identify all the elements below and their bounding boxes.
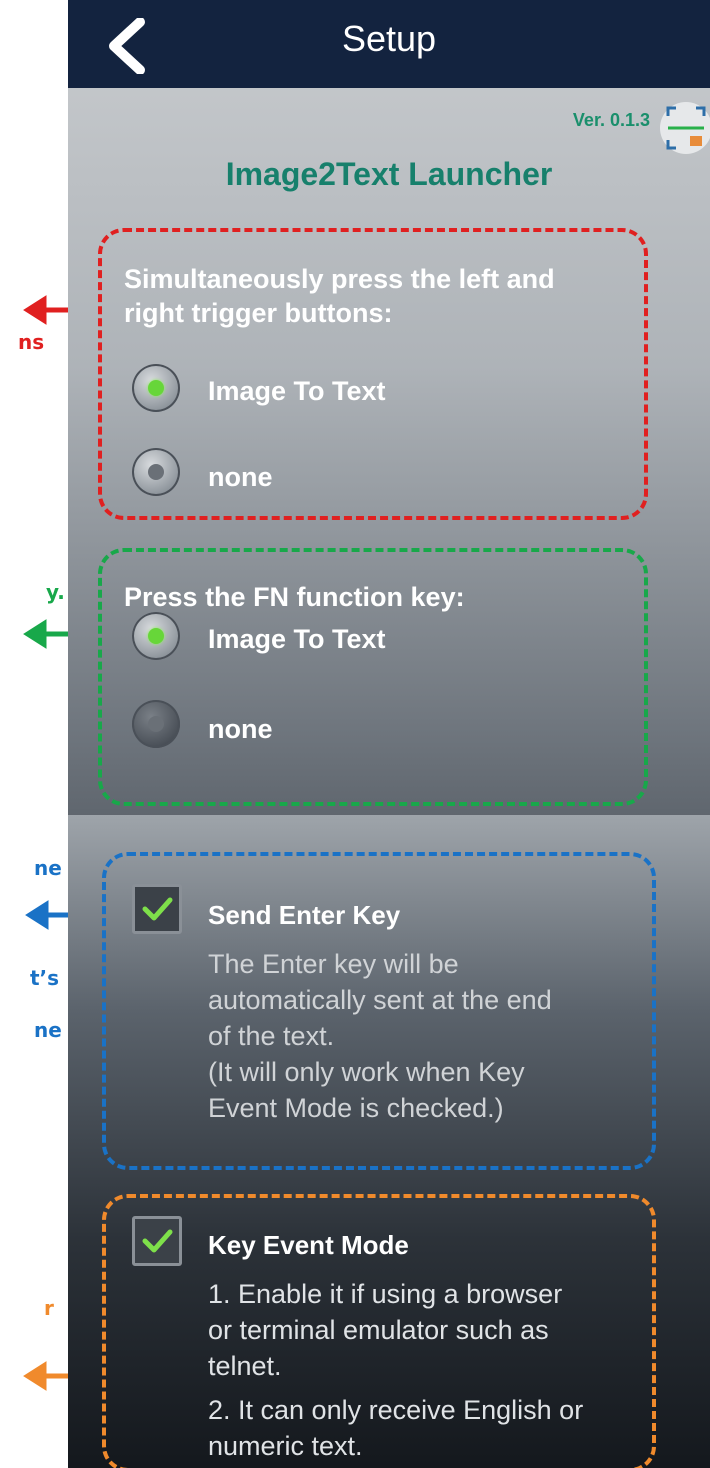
key-event-description-1: 1. Enable it if using a browser or termi… <box>208 1276 562 1384</box>
phone-screen: Setup Ver. 0.1.3 Image2Text Launcher Sim… <box>68 0 710 1468</box>
check-icon <box>142 897 173 921</box>
desc-line: The Enter key will be <box>208 949 459 979</box>
key-event-checkbox[interactable] <box>132 1216 182 1266</box>
desc-line: or terminal emulator such as <box>208 1315 549 1345</box>
key-event-title: Key Event Mode <box>208 1230 409 1260</box>
radio-selected-indicator <box>148 380 164 396</box>
desc-line: Event Mode is checked.) <box>208 1093 504 1123</box>
desc-line: numeric text. <box>208 1431 363 1461</box>
scan-text-icon[interactable] <box>654 98 710 158</box>
fn-radio-none[interactable] <box>132 700 180 748</box>
desc-line: of the text. <box>208 1021 335 1051</box>
fn-option-image-to-text[interactable]: Image To Text <box>208 624 386 655</box>
fn-section-label: Press the FN function key: <box>124 582 465 612</box>
trigger-radio-none[interactable] <box>132 448 180 496</box>
desc-line: (It will only work when Key <box>208 1057 525 1087</box>
trigger-label-line1: Simultaneously press the left and <box>124 264 555 294</box>
radio-unselected-indicator <box>148 716 164 732</box>
key-event-description-2: 2. It can only receive English or numeri… <box>208 1392 583 1464</box>
page-title: Setup <box>341 18 437 59</box>
trigger-option-none[interactable]: none <box>208 462 273 493</box>
fn-option-none[interactable]: none <box>208 714 273 745</box>
desc-line: automatically sent at the end <box>208 985 552 1015</box>
version-label: Ver. 0.1.3 <box>572 110 650 130</box>
trigger-radio-image-to-text[interactable] <box>132 364 180 412</box>
radio-unselected-indicator <box>148 464 164 480</box>
send-enter-title: Send Enter Key <box>208 900 401 930</box>
radio-selected-indicator <box>148 628 164 644</box>
trigger-label-line2: right trigger buttons: <box>124 298 393 328</box>
send-enter-checkbox[interactable] <box>132 884 182 934</box>
desc-line: telnet. <box>208 1351 282 1381</box>
trigger-option-image-to-text[interactable]: Image To Text <box>208 376 386 407</box>
app-bar: Setup <box>68 0 710 88</box>
desc-line: 1. Enable it if using a browser <box>208 1279 563 1309</box>
desc-line: 2. It can only receive English or <box>208 1395 584 1425</box>
trigger-section-label: Simultaneously press the left and right … <box>124 262 555 330</box>
fn-radio-image-to-text[interactable] <box>132 612 180 660</box>
check-icon <box>142 1229 173 1253</box>
send-enter-description: The Enter key will be automatically sent… <box>208 946 552 1126</box>
app-name-heading: Image2Text Launcher <box>225 156 553 192</box>
